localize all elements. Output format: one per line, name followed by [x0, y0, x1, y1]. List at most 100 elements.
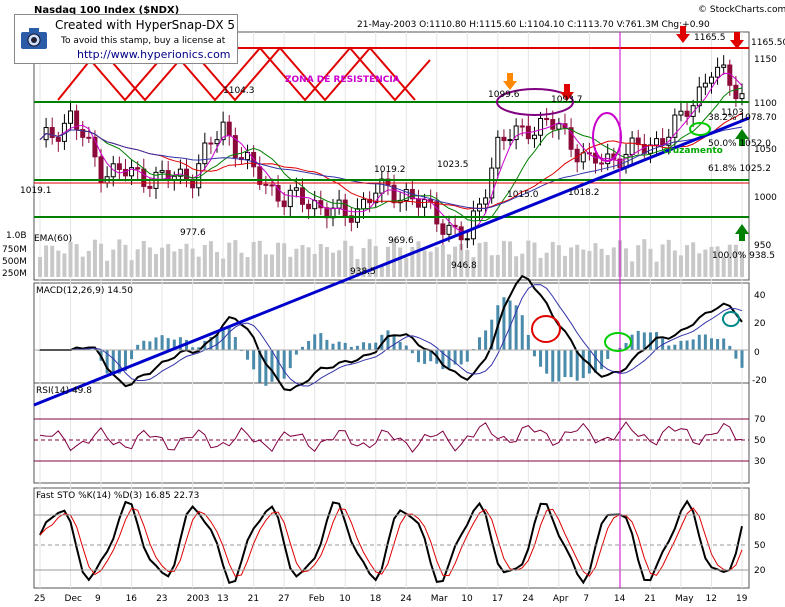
ema-label: EMA(60)	[34, 234, 72, 244]
volume-bar	[215, 252, 220, 277]
volume-bar	[276, 242, 281, 277]
macd-histogram-bar	[722, 338, 726, 350]
x-axis-label: 21	[248, 594, 259, 604]
sto-tick: 20	[754, 566, 766, 576]
volume-bar	[300, 245, 305, 277]
candle-body	[721, 64, 727, 68]
candle-body	[68, 110, 74, 124]
ma-short-line	[39, 72, 743, 234]
price-tick: 1000	[754, 193, 777, 203]
volume-bar	[428, 251, 433, 277]
volume-bar	[56, 250, 61, 277]
candle-body	[599, 162, 605, 165]
volume-bar	[38, 257, 42, 277]
ma-mid-line	[39, 87, 743, 222]
volume-bar	[501, 240, 506, 277]
macd-histogram-bar	[685, 340, 689, 350]
macd-histogram-bar	[728, 345, 732, 350]
candle-body	[342, 199, 348, 217]
volume-bar	[269, 254, 274, 277]
candle-body	[299, 187, 305, 205]
price-tick: 1150	[754, 55, 777, 65]
volume-bar	[660, 244, 665, 277]
volume-bar	[86, 250, 91, 277]
candle-body	[580, 152, 586, 163]
volume-tick: 750M	[2, 245, 27, 255]
candle-body	[434, 201, 440, 225]
candle-body	[202, 142, 208, 165]
candle-body	[263, 183, 269, 186]
macd-histogram-bar	[166, 338, 170, 350]
label-946: 946.8	[451, 261, 477, 271]
quote-line: 21-May-2003 O:1110.80 H:1115.60 L:1104.1…	[357, 20, 710, 30]
volume-bar	[630, 261, 635, 277]
volume-bar	[685, 245, 690, 277]
candle-body	[629, 137, 635, 155]
candle-body	[336, 199, 342, 209]
candle-body	[116, 163, 122, 170]
volume-bar	[642, 239, 647, 277]
candle-body	[287, 189, 293, 208]
candle-body	[684, 110, 690, 117]
label-1104: 1104.3	[223, 86, 255, 96]
macd-histogram-bar	[587, 350, 591, 374]
label-1015: 1015.0	[507, 190, 539, 200]
sto-tick: 50	[754, 541, 766, 551]
macd-histogram-bar	[337, 341, 341, 350]
x-axis-label: 24	[400, 594, 412, 604]
candle-body	[470, 210, 476, 240]
volume-bar	[422, 250, 427, 277]
volume-bar	[703, 249, 708, 277]
volume-bar	[532, 242, 537, 277]
volume-bar	[654, 261, 659, 277]
candle-body	[159, 170, 165, 173]
candle-body	[507, 139, 513, 142]
macd-ellipse-green	[604, 332, 632, 352]
candle-body	[715, 66, 721, 78]
macd-histogram-bar	[679, 340, 683, 350]
macd-histogram-bar	[355, 345, 359, 350]
volume-bar	[337, 250, 342, 277]
fib-label-382: 38.2% 1078.70	[708, 113, 777, 123]
candle-body	[86, 136, 92, 139]
macd-histogram-bar	[246, 350, 250, 360]
volume-bar	[141, 240, 146, 277]
macd-histogram-bar	[136, 344, 140, 350]
fib-label-1000: 100.0% 938.5	[712, 251, 775, 261]
candle-body	[135, 167, 141, 170]
volume-bar	[239, 252, 244, 277]
volume-bar	[178, 248, 183, 277]
x-axis-label: 23	[156, 594, 167, 604]
volume-bar	[416, 241, 421, 277]
price-tick: 1165.50	[751, 38, 785, 48]
volume-bar	[208, 241, 213, 277]
stamp-title: Created with HyperSnap-DX 5	[55, 18, 236, 32]
volume-bar	[544, 252, 549, 277]
hypersnap-stamp: Created with HyperSnap-DX 5 To avoid thi…	[14, 14, 238, 64]
macd-tick: -20	[752, 376, 767, 386]
volume-tick: 500M	[2, 257, 27, 267]
macd-histogram-bar	[703, 334, 707, 350]
macd-histogram-bar	[404, 345, 408, 350]
x-axis-label: 24	[522, 594, 534, 604]
candle-body	[708, 76, 714, 84]
macd-ellipse-red	[531, 315, 561, 343]
label-1023: 1023.5	[437, 160, 469, 170]
volume-bar	[575, 244, 580, 277]
macd-histogram-bar	[325, 339, 329, 350]
price-tick: 1050	[754, 145, 777, 155]
stamp-url[interactable]: http://www.hyperionics.com	[77, 48, 231, 61]
volume-bar	[153, 254, 158, 277]
volume-bar	[227, 242, 232, 277]
volume-bar	[514, 256, 519, 277]
volume-bar	[599, 248, 604, 277]
macd-histogram-bar	[520, 315, 524, 350]
x-axis-label: 9	[95, 594, 101, 604]
macd-histogram-bar	[343, 342, 347, 350]
macd-histogram-bar	[142, 340, 146, 350]
candle-body	[483, 197, 489, 205]
volume-bar	[697, 253, 702, 277]
macd-panel-frame	[33, 282, 750, 384]
macd-histogram-bar	[655, 332, 659, 350]
macd-histogram-bar	[233, 336, 237, 350]
